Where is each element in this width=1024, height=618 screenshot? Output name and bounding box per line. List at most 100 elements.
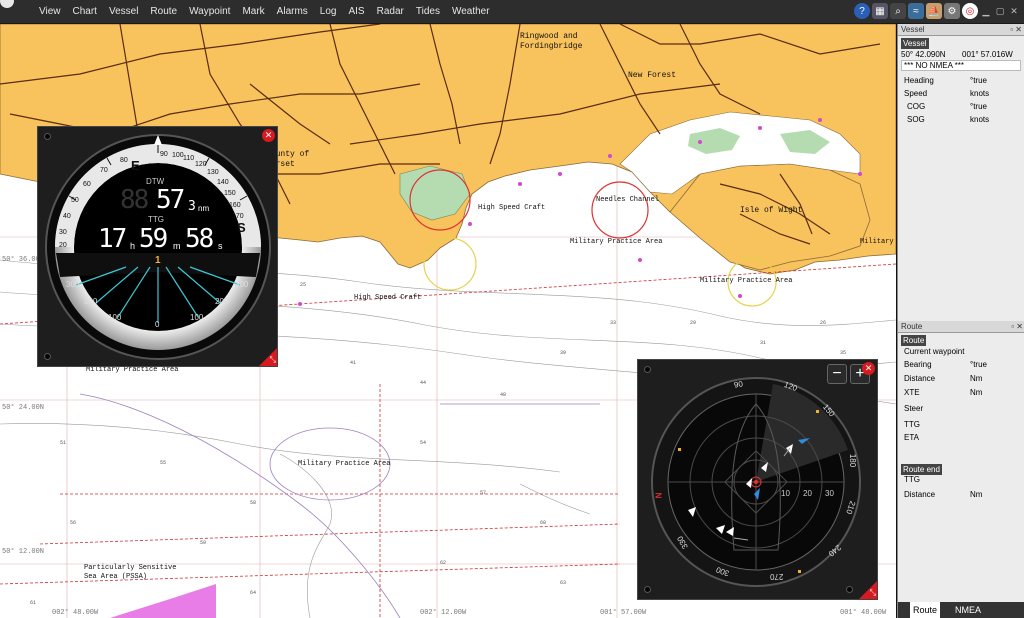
- ttg-hours: 17: [98, 224, 127, 254]
- ttg-hours-unit: h: [130, 241, 136, 251]
- compass-tick-130: 130: [207, 169, 219, 176]
- svg-text:63: 63: [560, 580, 566, 586]
- ttg-label: TTG: [148, 215, 164, 224]
- menu-chart[interactable]: Chart: [67, 0, 103, 24]
- chart-label-military-5: Military: [860, 238, 894, 246]
- dtw-ghost-digits: 88: [120, 185, 149, 215]
- radar-bearing-270: 270: [770, 572, 784, 581]
- waves-icon[interactable]: ≈: [908, 3, 924, 19]
- chart-label-lon-2: 002° 12.00W: [420, 609, 467, 617]
- compass-tick-70: 70: [100, 167, 108, 174]
- chart-label-high-speed-2: High Speed Craft: [354, 294, 422, 302]
- chart-label-new-forest: New Forest: [628, 71, 677, 80]
- ttg-minutes-unit: m: [173, 241, 181, 251]
- compass-tick-110: 110: [183, 155, 195, 162]
- route-end-ttg-label: TTG: [904, 475, 920, 484]
- svg-text:59: 59: [200, 540, 206, 546]
- menu-view[interactable]: View: [33, 0, 67, 24]
- menu-alarms[interactable]: Alarms: [271, 0, 314, 24]
- radar-range-10: 10: [781, 489, 790, 498]
- close-window-icon[interactable]: ✕: [1008, 6, 1020, 17]
- dtw-ttg-gauge-panel[interactable]: ✕ ⤡ E S 90 100 110 120 130 140 150 160 1…: [37, 126, 278, 367]
- chart-label-military-1: Military Practice Area: [570, 238, 663, 246]
- vessel-tab[interactable]: Vessel: [901, 38, 929, 49]
- steer-label: Steer: [904, 404, 924, 413]
- chart-label-lon-4: 001° 48.00W: [840, 609, 887, 617]
- xte-scale-100-left: 100: [108, 313, 122, 322]
- vessel-panel-title-text: Vessel: [901, 25, 925, 34]
- menu-radar[interactable]: Radar: [371, 0, 410, 24]
- route-end-header: Route end: [901, 464, 942, 475]
- vessel-longitude: 001° 57.016W: [962, 50, 1013, 59]
- menu-ais[interactable]: AIS: [342, 0, 370, 24]
- chart-icon[interactable]: ▦: [872, 3, 888, 19]
- chart-label-military-2: Military Practice Area: [700, 277, 793, 285]
- compass-tick-60: 60: [83, 181, 91, 188]
- help-icon[interactable]: ?: [854, 3, 870, 19]
- dtw-unit: nm: [198, 204, 210, 213]
- ais-radar-panel[interactable]: − + ✕ ⤡ 10 20 30 90 120 150 180 210 240 …: [637, 359, 878, 600]
- menu-log[interactable]: Log: [314, 0, 343, 24]
- svg-text:64: 64: [250, 590, 256, 596]
- search-icon[interactable]: ⌕: [890, 3, 906, 19]
- settings-icon[interactable]: ⚙: [944, 3, 960, 19]
- compass-tick-90: 90: [160, 151, 168, 158]
- chart-label-high-speed-1: High Speed Craft: [478, 204, 546, 212]
- xte-label: XTE: [904, 388, 920, 397]
- route-tab[interactable]: Route: [901, 335, 927, 346]
- minimize-icon[interactable]: ▁: [980, 6, 992, 17]
- compass-tick-150: 150: [224, 190, 236, 197]
- xte-scale-300-left: 300: [66, 280, 80, 289]
- distance-value: Nm: [970, 374, 983, 383]
- compass-tick-80: 80: [120, 157, 128, 164]
- menu-tides[interactable]: Tides: [410, 0, 446, 24]
- panel-close-icon[interactable]: ▫ ✕: [1010, 24, 1022, 36]
- panel-close-icon[interactable]: ▫ ✕: [1011, 321, 1023, 333]
- tab-route[interactable]: Route: [910, 602, 941, 618]
- radar-north-marker: N: [654, 492, 664, 499]
- svg-text:55: 55: [160, 460, 166, 466]
- chart-label-military-4: Military Practice Area: [298, 460, 391, 468]
- svg-text:25: 25: [300, 282, 306, 288]
- compass-tick-160: 160: [229, 202, 241, 209]
- menu-bar: View Chart Vessel Route Waypoint Mark Al…: [0, 0, 1024, 24]
- vessel-panel-title: Vessel ▫ ✕: [898, 24, 1024, 36]
- lifebuoy-icon[interactable]: ◎: [962, 3, 978, 19]
- sail-icon[interactable]: ⛵: [926, 3, 942, 19]
- cog-label: COG: [907, 102, 926, 111]
- compass-letter-e: E: [131, 158, 140, 173]
- route-panel-title: Route ▫ ✕: [898, 321, 1024, 333]
- svg-text:54: 54: [420, 440, 426, 446]
- toolbar-tray: ? ▦ ⌕ ≈ ⛵ ⚙ ◎ ▁ ▢ ✕: [854, 3, 1020, 19]
- menu-vessel[interactable]: Vessel: [103, 0, 144, 24]
- xte-scale-100-right: 100: [190, 313, 204, 322]
- svg-text:35: 35: [840, 350, 846, 356]
- maximize-icon[interactable]: ▢: [994, 6, 1006, 17]
- svg-text:51: 51: [60, 440, 66, 446]
- menu-mark[interactable]: Mark: [236, 0, 270, 24]
- tab-nmea[interactable]: NMEA: [952, 602, 984, 618]
- radar-range-20: 20: [803, 489, 812, 498]
- speed-value: knots: [970, 89, 990, 98]
- svg-text:39: 39: [560, 350, 566, 356]
- compass-tick-140: 140: [217, 179, 229, 186]
- menu-weather[interactable]: Weather: [446, 0, 496, 24]
- chart-label-lon-3: 001° 57.00W: [600, 609, 647, 617]
- main-menu: View Chart Vessel Route Waypoint Mark Al…: [33, 0, 496, 24]
- compass-tick-20: 20: [59, 242, 67, 249]
- speed-label: Speed: [904, 89, 928, 98]
- sog-value: knots: [970, 115, 990, 124]
- svg-text:41: 41: [350, 360, 356, 366]
- compass-tick-170: 170: [232, 213, 244, 220]
- chart-label-needles: Needles Channel: [596, 196, 660, 204]
- nmea-status: *** NO NMEA ***: [901, 60, 1021, 71]
- svg-text:26: 26: [820, 320, 826, 326]
- menu-waypoint[interactable]: Waypoint: [183, 0, 236, 24]
- cog-value: °true: [970, 102, 987, 111]
- app-icon[interactable]: [0, 0, 14, 8]
- compass-tick-30: 30: [59, 229, 67, 236]
- radar-bearing-180: 180: [848, 453, 858, 468]
- chart-label-lat-2: 50° 12.00N: [2, 548, 45, 556]
- menu-route[interactable]: Route: [144, 0, 183, 24]
- ttg-route-label: TTG: [904, 420, 920, 429]
